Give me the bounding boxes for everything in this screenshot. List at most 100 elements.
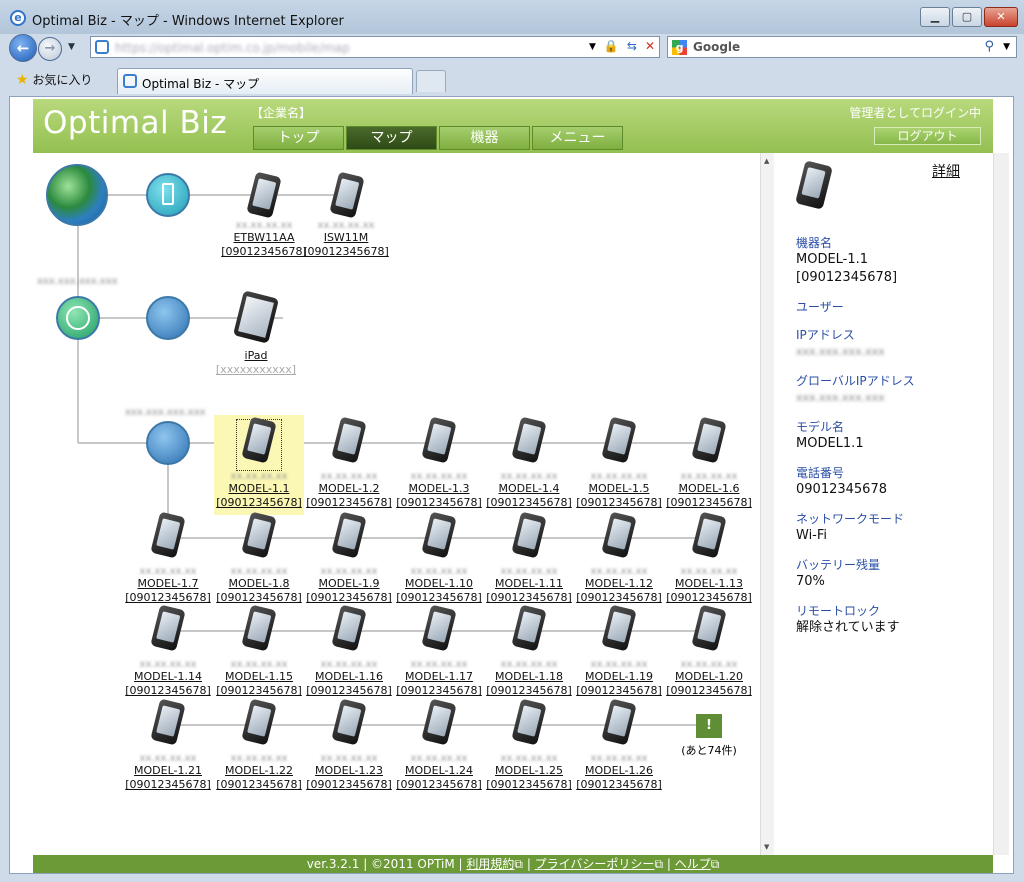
device-name-link[interactable]: MODEL-1.13 [664,577,754,591]
device-phone-link[interactable]: [09012345678] [484,684,574,698]
refresh-icon[interactable]: ⇆ [627,39,637,55]
field-value: MODEL-1.1 [09012345678] [796,252,898,285]
device-phone-link[interactable]: [09012345678] [664,591,754,605]
device-phone-link[interactable]: [09012345678] [219,245,309,259]
device-name-link[interactable]: MODEL-1.24 [394,764,484,778]
device-phone-link[interactable]: [09012345678] [574,496,664,510]
device-phone-link[interactable]: [09012345678] [574,591,664,605]
device-name-link[interactable]: MODEL-1.16 [304,670,394,684]
device-name-link[interactable]: MODEL-1.9 [304,577,394,591]
device-phone-link[interactable]: [09012345678] [484,496,574,510]
mobile-network-glyph [162,183,174,205]
search-input[interactable]: g Google ⚲ ▼ [667,36,1017,58]
device-phone-link[interactable]: [09012345678] [574,778,664,792]
more-devices-icon[interactable]: ! [696,714,722,738]
device-phone-link[interactable]: [09012345678] [484,778,574,792]
device-phone-link[interactable]: [09012345678] [214,778,304,792]
device-name-link[interactable]: MODEL-1.5 [574,482,664,496]
detail-link[interactable]: 詳細 [932,161,960,181]
device-name-link[interactable]: MODEL-1.22 [214,764,304,778]
device-phone-link[interactable]: [09012345678] [214,496,304,510]
lock-icon[interactable]: 🔒 [604,39,619,55]
device-name-link[interactable]: MODEL-1.26 [574,764,664,778]
new-tab-button[interactable] [416,70,446,92]
map-scrollbar[interactable]: ▲ ▼ [760,153,774,855]
device-name-link[interactable]: MODEL-1.20 [664,670,754,684]
help-link[interactable]: ヘルプ [675,857,711,871]
url-dropdown-icon[interactable]: ▼ [589,39,596,55]
tab-devices[interactable]: 機器 [439,126,530,150]
device-name-link[interactable]: MODEL-1.14 [123,670,213,684]
device-name-link[interactable]: MODEL-1.19 [574,670,664,684]
device-name-link[interactable]: ETBW11AA [219,231,309,245]
device-name-link[interactable]: MODEL-1.8 [214,577,304,591]
privacy-link[interactable]: プライバシーポリシー [535,857,655,871]
maximize-button[interactable]: ▢ [952,7,982,27]
device-phone-link[interactable]: [09012345678] [394,591,484,605]
tab-map[interactable]: マップ [346,126,437,150]
device-name-link[interactable]: MODEL-1.10 [394,577,484,591]
device-phone-link[interactable]: [09012345678] [301,245,391,259]
device-label: xx.xx.xx.xx MODEL-1.16 [09012345678] [304,658,394,698]
device-name-link[interactable]: MODEL-1.17 [394,670,484,684]
scroll-up-icon[interactable]: ▲ [764,157,769,165]
tab-menu[interactable]: メニュー [532,126,623,150]
device-name-link[interactable]: MODEL-1.3 [394,482,484,496]
forward-button[interactable]: → [38,37,62,61]
history-dropdown-icon[interactable]: ▼ [68,42,75,52]
device-label: xx.xx.xx.xx MODEL-1.25 [09012345678] [484,752,574,792]
device-name-link[interactable]: MODEL-1.11 [484,577,574,591]
terms-link[interactable]: 利用規約 [466,857,514,871]
scroll-down-icon[interactable]: ▼ [764,843,769,851]
device-phone-link[interactable]: [09012345678] [664,684,754,698]
search-icon[interactable]: ⚲ [984,39,994,54]
device-name-link[interactable]: MODEL-1.12 [574,577,664,591]
favorites-button[interactable]: ★ お気に入り [16,71,92,88]
device-name-link[interactable]: MODEL-1.15 [214,670,304,684]
device-name-link[interactable]: MODEL-1.23 [304,764,394,778]
device-name-link[interactable]: iPad [211,349,301,363]
device-phone-link[interactable]: [09012345678] [304,591,394,605]
device-phone-link[interactable]: [09012345678] [394,778,484,792]
device-phone-link[interactable]: [xxxxxxxxxxx] [211,363,301,377]
device-name-link[interactable]: MODEL-1.25 [484,764,574,778]
device-name-link[interactable]: MODEL-1.2 [304,482,394,496]
subnet-server-icon[interactable] [146,421,190,465]
device-phone-link[interactable]: [09012345678] [214,591,304,605]
device-phone-link[interactable]: [09012345678] [484,591,574,605]
device-phone-link[interactable]: [09012345678] [304,684,394,698]
device-name-link[interactable]: MODEL-1.6 [664,482,754,496]
device-label: xx.xx.xx.xx MODEL-1.14 [09012345678] [123,658,213,698]
back-button[interactable]: ← [9,34,37,62]
url-text[interactable]: https://optimal.optim.co.jp/mobile/map [115,41,350,55]
tab-optimal-biz[interactable]: Optimal Biz - マップ [117,68,413,94]
url-field[interactable]: https://optimal.optim.co.jp/mobile/map ▼… [90,36,660,58]
device-phone-link[interactable]: [09012345678] [394,684,484,698]
page-scrollbar[interactable] [993,153,1009,855]
device-name-link[interactable]: ISW11M [301,231,391,245]
device-name-link[interactable]: MODEL-1.18 [484,670,574,684]
server-icon[interactable] [146,296,190,340]
device-phone-link[interactable]: [09012345678] [664,496,754,510]
device-name-link[interactable]: MODEL-1.1 [214,482,304,496]
device-phone-link[interactable]: [09012345678] [304,496,394,510]
device-name-link[interactable]: MODEL-1.7 [123,577,213,591]
globe-icon[interactable] [46,164,108,226]
device-ip: xx.xx.xx.xx [500,566,558,577]
minimize-button[interactable]: ▁ [920,7,950,27]
device-name-link[interactable]: MODEL-1.21 [123,764,213,778]
device-phone-link[interactable]: [09012345678] [123,684,213,698]
device-phone-link[interactable]: [09012345678] [574,684,664,698]
tab-top[interactable]: トップ [253,126,344,150]
close-window-button[interactable]: ✕ [984,7,1018,27]
address-bar: ← → ▼ https://optimal.optim.co.jp/mobile… [0,34,1024,64]
stop-icon[interactable]: ✕ [645,39,655,55]
device-phone-link[interactable]: [09012345678] [394,496,484,510]
device-phone-link[interactable]: [09012345678] [123,778,213,792]
search-dropdown-icon[interactable]: ▼ [1003,42,1010,52]
device-name-link[interactable]: MODEL-1.4 [484,482,574,496]
logout-button[interactable]: ログアウト [874,127,981,145]
device-phone-link[interactable]: [09012345678] [123,591,213,605]
device-phone-link[interactable]: [09012345678] [304,778,394,792]
device-phone-link[interactable]: [09012345678] [214,684,304,698]
